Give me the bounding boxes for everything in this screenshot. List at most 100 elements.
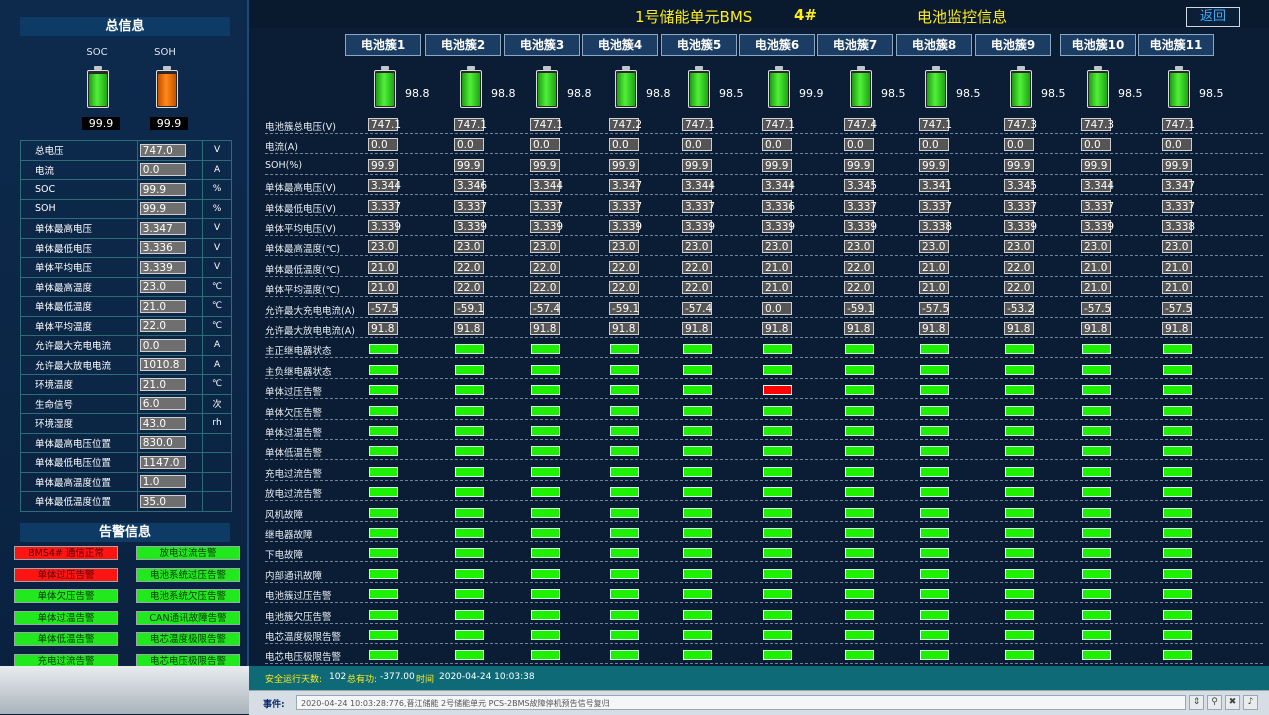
status-indicator [610,487,639,498]
back-button[interactable]: 返回 [1186,7,1240,27]
summary-row: 允许最大充电电流 0.0 A [20,335,232,356]
event-field[interactable]: 2020-04-24 10:03:28:776,晋江储能 2号储能单元 PCS-… [296,695,1186,710]
cluster-tab-11[interactable]: 电池簇11 [1138,34,1214,56]
metric-value: 3.339 [1004,220,1037,233]
cluster-tab-6[interactable]: 电池簇6 [739,34,815,56]
status-indicator [455,507,484,518]
row-divider [265,663,1263,665]
cluster-tab-5[interactable]: 电池簇5 [661,34,737,56]
status-indicator [531,364,560,375]
status-indicator [845,589,874,600]
status-indicator [845,466,874,477]
cluster-tab-9[interactable]: 电池簇9 [975,34,1051,56]
status-indicator [369,385,398,396]
row-divider [265,520,1263,522]
status-indicator [610,446,639,457]
cluster-tab-10[interactable]: 电池簇10 [1060,34,1136,56]
cluster-soc-value: 98.5 [956,87,981,100]
summary-row-value: 747.0 [139,143,186,157]
status-indicator [683,548,712,559]
metric-value: 99.9 [762,158,792,172]
metric-value: 91.8 [368,322,398,335]
metric-value: 21.0 [368,281,398,295]
status-indicator [845,487,874,498]
summary-row-label: 环境湿度 [20,413,138,434]
status-indicator [1005,630,1034,640]
cluster-tab-1[interactable]: 电池簇1 [345,34,421,56]
status-indicator [1005,507,1034,518]
status-indicator [1082,528,1111,538]
sound-icon[interactable]: ♪ [1243,695,1258,710]
cluster-tab-8[interactable]: 电池簇8 [896,34,972,56]
row-divider [265,418,1263,420]
cluster-tab-3[interactable]: 电池簇3 [504,34,580,56]
summary-row-unit: A [202,354,232,375]
metric-value: 23.0 [1081,240,1111,254]
summary-row-unit: 次 [202,393,232,414]
status-indicator [531,650,560,661]
status-indicator [763,589,792,600]
metric-value: 22.0 [1004,260,1034,274]
trash-icon[interactable]: ✖ [1225,695,1240,710]
row-divider [265,255,1263,257]
status-indicator [920,385,949,396]
status-indicator [1082,507,1111,518]
metric-value: 3.337 [1004,199,1037,213]
status-indicator [455,650,484,661]
bms-number: 4# [794,6,818,24]
event-bar: 事件: 2020-04-24 10:03:28:776,晋江储能 2号储能单元 … [249,690,1269,715]
status-indicator [455,426,484,436]
alarm-indicator: 放电过流告警 [136,546,240,560]
metric-value: 99.9 [844,158,874,172]
cluster-soc-value: 98.5 [1118,87,1143,100]
alarm-indicator: 单体低温告警 [14,632,118,646]
scroll-arrows-icon[interactable]: ⇕ [1189,695,1204,710]
metric-value: 3.339 [368,220,401,233]
metric-value: 21.0 [368,260,398,274]
row-divider [265,500,1263,502]
status-indicator [1163,507,1192,518]
summary-row-unit [202,471,232,492]
cluster-tab-2[interactable]: 电池簇2 [425,34,501,56]
cluster-battery-icon [850,66,872,108]
metric-value: 747.2 [609,118,642,131]
summary-row: 单体最低温度 21.0 ℃ [20,296,232,317]
row-divider [265,173,1263,175]
alarm-title: 告警信息 [20,523,230,542]
row-divider [265,337,1263,338]
alarm-indicator: 单体过温告警 [14,610,118,625]
status-indicator [845,548,874,559]
metric-value: 3.337 [844,199,877,213]
metric-value: 3.341 [919,179,952,193]
summary-row-unit: rh [202,413,232,434]
cluster-tab-4[interactable]: 电池簇4 [582,34,658,56]
cluster-battery-icon [1087,66,1109,108]
cluster-tab-7[interactable]: 电池簇7 [817,34,893,56]
metric-value: 23.0 [682,240,712,254]
status-indicator [610,548,639,559]
status-indicator [763,507,792,518]
summary-row-value: 830.0 [139,436,186,450]
status-indicator [531,528,560,538]
metric-value: 747.1 [682,118,715,131]
metric-label: 单体平均电压(V) [265,224,336,235]
status-indicator [763,344,792,355]
pin-icon[interactable]: ⚲ [1207,695,1222,710]
status-indicator [683,364,712,375]
status-indicator [1005,650,1034,661]
power-label: 总有功: [347,675,378,685]
metric-label: SOH(%) [265,159,303,171]
alarm-indicator: 单体过压告警 [14,567,118,582]
status-indicator [763,405,792,416]
status-indicator [369,487,398,498]
metric-value: 0.0 [609,138,639,152]
status-indicator [531,487,560,498]
metric-label: 单体最低电压(V) [265,203,336,215]
status-bar: 安全运行天数: 102 总有功: -377.00 时间 2020-04-24 1… [249,666,1269,690]
status-indicator [1082,548,1111,559]
status-indicator [845,405,874,416]
status-indicator [369,405,398,416]
metric-value: 3.339 [609,220,642,233]
metric-value: 0.0 [682,138,712,152]
metric-value: -59.1 [454,301,484,315]
